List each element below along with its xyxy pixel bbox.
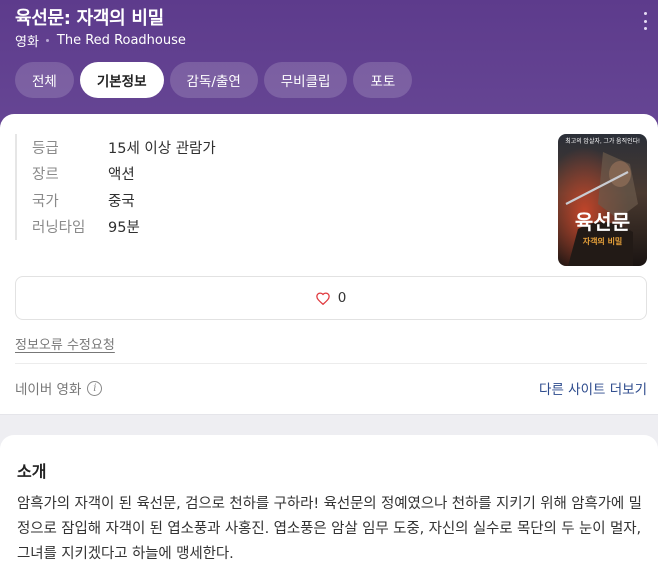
english-title: The Red Roadhouse [56, 33, 186, 48]
poster-subtitle: 자객의 비밀 [583, 236, 623, 246]
tab-director-cast[interactable]: 감독/출연 [169, 62, 258, 98]
like-button[interactable]: 0 [15, 276, 647, 320]
info-label: 러닝타임 [32, 220, 86, 237]
source-name: 네이버 영화 [15, 382, 82, 398]
subtitle-line: 영화 The Red Roadhouse [15, 31, 186, 50]
source-row: 네이버 영화 i 다른 사이트 더보기 [15, 378, 647, 398]
poster-title: 육선문 [575, 210, 630, 234]
intro-heading: 소개 [17, 462, 47, 481]
more-sites-link[interactable]: 다른 사이트 더보기 [539, 378, 647, 398]
tab-bar: 전체 기본정보 감독/출연 무비클립 포토 [15, 62, 413, 98]
poster-image[interactable]: 최고의 암살자, 그가 움직인다! 육선문 자객의 비밀 [558, 134, 647, 266]
info-row-rating: 등급 15세 이상 관람가 [32, 134, 216, 161]
like-count: 0 [337, 290, 347, 306]
poster-tagline: 최고의 암살자, 그가 움직인다! [565, 137, 640, 145]
basic-info-card: 등급 15세 이상 관람가 장르 액션 국가 중국 러닝타임 95분 최고의 암… [0, 114, 658, 415]
info-label: 국가 [32, 193, 59, 210]
info-value: 95분 [108, 220, 140, 237]
tab-basic-info[interactable]: 기본정보 [79, 62, 164, 98]
info-row-genre: 장르 액션 [32, 161, 216, 188]
divider [15, 363, 647, 364]
info-value: 15세 이상 관람가 [108, 140, 216, 157]
info-value: 액션 [108, 167, 135, 184]
info-row-country: 국가 중국 [32, 187, 216, 214]
separator-dot [45, 39, 49, 42]
source-label: 네이버 영화 i [15, 378, 103, 398]
info-row-runtime: 러닝타임 95분 [32, 214, 216, 241]
tab-all[interactable]: 전체 [15, 62, 74, 98]
category-label: 영화 [15, 35, 39, 50]
heart-icon [315, 291, 330, 305]
intro-card: 소개 암흑가의 자객이 된 육선문, 검으로 천하를 구하라! 육선문의 정예였… [0, 435, 658, 571]
info-label: 장르 [32, 167, 59, 184]
info-circle-icon[interactable]: i [87, 380, 103, 396]
tab-photo[interactable]: 포토 [353, 62, 413, 98]
report-error-link[interactable]: 정보오류 수정요청 [15, 334, 115, 353]
info-list: 등급 15세 이상 관람가 장르 액션 국가 중국 러닝타임 95분 [15, 134, 216, 240]
intro-text: 암흑가의 자객이 된 육선문, 검으로 천하를 구하라! 육선문의 정예였으나 … [17, 496, 642, 562]
page-title: 육선문: 자객의 비밀 [15, 8, 164, 29]
more-vertical-icon[interactable] [642, 12, 648, 30]
tab-movie-clip[interactable]: 무비클립 [263, 62, 348, 98]
info-value: 중국 [108, 193, 135, 210]
info-label: 등급 [32, 140, 59, 157]
